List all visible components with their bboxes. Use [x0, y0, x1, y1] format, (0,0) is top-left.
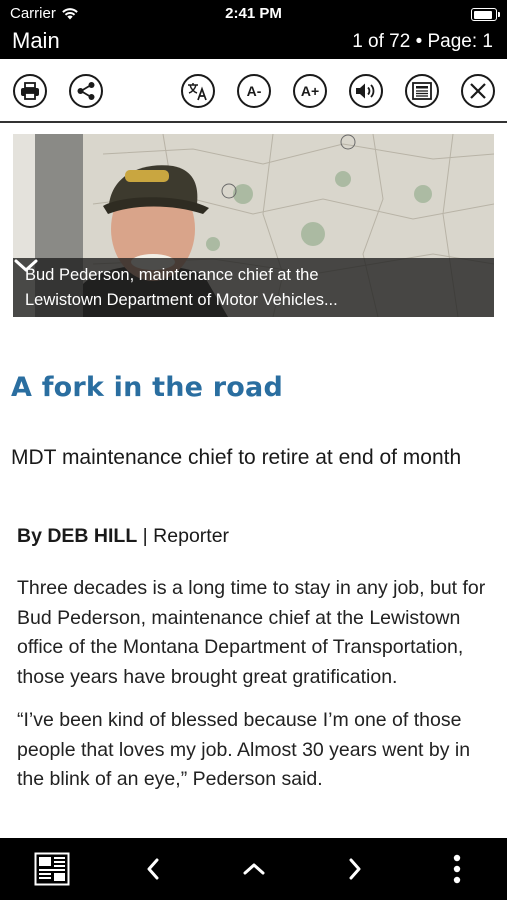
translate-button[interactable] — [181, 74, 215, 108]
decrease-font-label: A- — [246, 83, 262, 99]
edition-button[interactable] — [22, 838, 82, 900]
article-paragraph: Three decades is a long time to stay in … — [17, 577, 486, 688]
increase-font-button[interactable]: A+ — [293, 74, 327, 108]
next-article-button[interactable] — [330, 838, 380, 900]
speaker-icon — [356, 83, 375, 99]
chevron-down-icon[interactable] — [13, 258, 39, 274]
increase-font-label: A+ — [300, 83, 320, 99]
text-view-button[interactable] — [405, 74, 439, 108]
read-aloud-button[interactable] — [349, 74, 383, 108]
article-byline: By DEB HILL | Reporter — [17, 525, 229, 548]
article-paragraph: “I’ve been kind of blessed because I’m o… — [17, 709, 471, 790]
battery-level — [473, 10, 492, 19]
printer-icon — [21, 82, 39, 100]
nav-title[interactable]: Main — [12, 28, 60, 54]
chevron-up-icon — [243, 863, 265, 875]
close-button[interactable] — [461, 74, 495, 108]
battery-icon — [471, 8, 500, 21]
photo-caption-text: Bud Pederson, maintenance chief at the L… — [25, 266, 338, 309]
previous-article-button[interactable] — [128, 838, 178, 900]
top-bar: Carrier 2:41 PM Main 1 of 72 • Page: 1 — [0, 0, 507, 59]
photo-caption[interactable]: Bud Pederson, maintenance chief at the L… — [13, 258, 494, 317]
status-time: 2:41 PM — [225, 5, 282, 22]
article-subhead: MDT maintenance chief to retire at end o… — [11, 446, 462, 469]
status-bar: Carrier 2:41 PM — [0, 0, 507, 26]
decrease-font-button[interactable]: A- — [237, 74, 271, 108]
scroll-top-button[interactable] — [229, 838, 279, 900]
share-button[interactable] — [69, 74, 103, 108]
print-button[interactable] — [13, 74, 47, 108]
byline-author: By DEB HILL — [17, 525, 138, 547]
bottom-toolbar — [0, 838, 507, 900]
article-toolbar: A- A+ — [0, 59, 507, 123]
page-counter: 1 of 72 • Page: 1 — [352, 31, 493, 52]
share-icon — [77, 82, 95, 100]
article-headline: A fork in the road — [11, 372, 283, 403]
article-photo[interactable]: Bud Pederson, maintenance chief at the L… — [13, 134, 494, 317]
article-body: Three decades is a long time to stay in … — [17, 574, 495, 838]
article-view-icon — [412, 82, 432, 100]
byline-role: Reporter — [153, 525, 230, 547]
close-icon — [470, 83, 486, 99]
more-options-button[interactable] — [432, 838, 482, 900]
byline-separator: | — [137, 525, 154, 547]
more-vertical-icon — [453, 854, 461, 884]
chevron-right-icon — [349, 858, 361, 880]
newspaper-icon — [34, 852, 70, 886]
translate-icon — [188, 83, 207, 101]
chevron-left-icon — [147, 858, 159, 880]
